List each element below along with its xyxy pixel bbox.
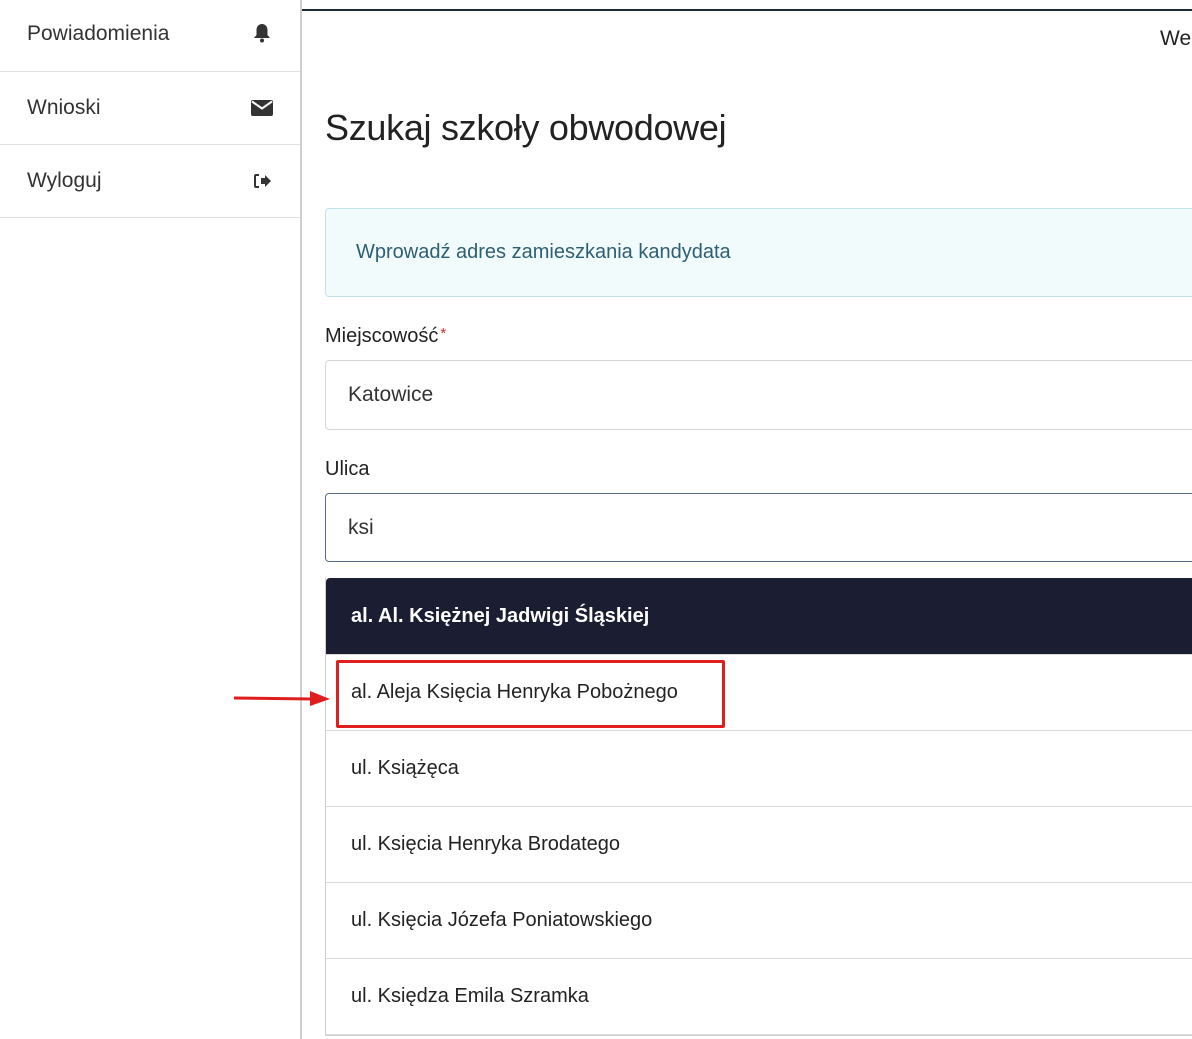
suggestion-option[interactable]: ul. Księcia Józefa Poniatowskiego bbox=[326, 883, 1192, 959]
suggestion-option[interactable]: al. Al. Księżnej Jadwigi Śląskiej bbox=[326, 578, 1192, 655]
sidebar: Powiadomienia Wnioski Wyloguj bbox=[0, 0, 302, 1039]
suggestion-option[interactable]: al. Aleja Księcia Henryka Pobożnego bbox=[326, 655, 1192, 731]
bell-icon bbox=[251, 22, 273, 44]
page-title: Szukaj szkoły obwodowej bbox=[325, 107, 727, 148]
sidebar-item-wnioski[interactable]: Wnioski bbox=[0, 72, 300, 145]
city-field[interactable]: Katowice bbox=[325, 360, 1192, 430]
city-value: Katowice bbox=[348, 383, 434, 406]
street-value: ksi bbox=[348, 515, 374, 539]
sidebar-item-powiadomienia[interactable]: Powiadomienia bbox=[0, 0, 300, 72]
sidebar-item-wyloguj[interactable]: Wyloguj bbox=[0, 145, 300, 218]
info-message: Wprowadź adres zamieszkania kandydata bbox=[356, 241, 731, 263]
sidebar-item-label: Wnioski bbox=[27, 96, 101, 119]
envelope-icon bbox=[251, 97, 273, 119]
city-label-text: Miejscowość bbox=[325, 325, 439, 347]
suggestion-option[interactable]: ul. Księcia Henryka Brodatego bbox=[326, 807, 1192, 883]
street-suggestions-dropdown: al. Al. Księżnej Jadwigi Śląskiej al. Al… bbox=[325, 578, 1192, 1036]
street-input[interactable]: ksi bbox=[325, 493, 1192, 562]
city-label: Miejscowość * bbox=[325, 325, 446, 348]
top-border bbox=[302, 9, 1192, 11]
sidebar-item-label: Powiadomienia bbox=[27, 22, 170, 45]
required-mark: * bbox=[440, 325, 447, 342]
suggestion-option[interactable]: ul. Książęca bbox=[326, 731, 1192, 807]
info-alert: Wprowadź adres zamieszkania kandydata bbox=[325, 208, 1192, 297]
street-label: Ulica bbox=[325, 458, 370, 480]
sidebar-item-label: Wyloguj bbox=[27, 169, 102, 192]
annotation-arrow-icon bbox=[233, 691, 330, 706]
sign-out-icon bbox=[251, 170, 273, 192]
top-right-text: We bbox=[1160, 27, 1192, 50]
suggestion-option[interactable]: ul. Księdza Emila Szramka bbox=[326, 959, 1192, 1035]
